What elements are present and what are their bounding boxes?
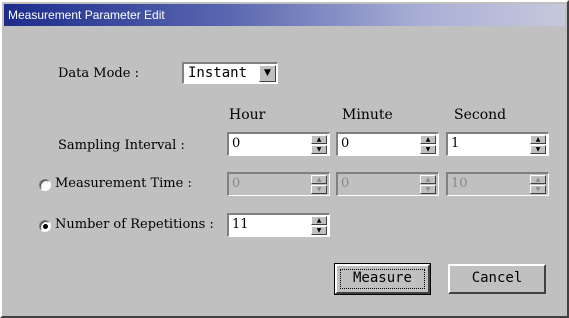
spin-buttons: ▲ ▼	[311, 216, 327, 235]
chevron-down-icon[interactable]: ▼	[259, 65, 276, 82]
measurement-hour-value: 0	[232, 176, 241, 191]
spin-buttons: ▲ ▼	[420, 135, 436, 154]
hour-header: Hour	[229, 107, 266, 123]
measure-button[interactable]: Measure	[334, 263, 431, 295]
spin-up-icon[interactable]: ▲	[420, 135, 436, 144]
measurement-second-spinner[interactable]: 10 ▲ ▼	[446, 172, 549, 196]
radio-selected-dot	[43, 224, 48, 229]
minute-header: Minute	[342, 107, 393, 123]
data-mode-select[interactable]: Instant ▼	[182, 62, 278, 84]
sampling-second-value: 1	[451, 136, 460, 151]
sampling-interval-label: Sampling Interval :	[58, 138, 185, 153]
spin-up-icon[interactable]: ▲	[530, 135, 546, 144]
measurement-minute-value: 0	[341, 176, 350, 191]
spin-buttons: ▲ ▼	[311, 175, 327, 194]
sampling-minute-spinner[interactable]: 0 ▲ ▼	[336, 132, 439, 156]
focus-rect	[340, 269, 425, 289]
measurement-minute-spinner[interactable]: 0 ▲ ▼	[336, 172, 439, 196]
sampling-hour-spinner[interactable]: 0 ▲ ▼	[227, 132, 330, 156]
second-header: Second	[454, 107, 507, 123]
sampling-second-spinner[interactable]: 1 ▲ ▼	[446, 132, 549, 156]
measurement-time-label: Measurement Time :	[55, 176, 192, 191]
spin-down-icon[interactable]: ▼	[311, 226, 327, 235]
spin-buttons: ▲ ▼	[420, 175, 436, 194]
cancel-button[interactable]: Cancel	[448, 264, 546, 294]
spin-up-icon[interactable]: ▲	[530, 175, 546, 184]
spin-down-icon[interactable]: ▼	[311, 185, 327, 194]
repetitions-radio[interactable]	[39, 220, 51, 232]
data-mode-value: Instant	[188, 65, 248, 81]
spin-buttons: ▲ ▼	[530, 135, 546, 154]
repetitions-value: 11	[232, 217, 249, 232]
sampling-hour-value: 0	[232, 136, 241, 151]
spin-up-icon[interactable]: ▲	[420, 175, 436, 184]
dialog-window: Measurement Parameter Edit Data Mode : I…	[0, 0, 569, 318]
spin-down-icon[interactable]: ▼	[420, 185, 436, 194]
measurement-hour-spinner[interactable]: 0 ▲ ▼	[227, 172, 330, 196]
measurement-second-value: 10	[451, 176, 468, 191]
spin-buttons: ▲ ▼	[530, 175, 546, 194]
title-bar: Measurement Parameter Edit	[4, 4, 565, 26]
spin-up-icon[interactable]: ▲	[311, 175, 327, 184]
spin-down-icon[interactable]: ▼	[311, 145, 327, 154]
spin-down-icon[interactable]: ▼	[530, 145, 546, 154]
spin-down-icon[interactable]: ▼	[420, 145, 436, 154]
cancel-button-label: Cancel	[471, 270, 523, 286]
spin-up-icon[interactable]: ▲	[311, 135, 327, 144]
sampling-minute-value: 0	[341, 136, 350, 151]
measurement-time-radio[interactable]	[39, 179, 51, 191]
spin-buttons: ▲ ▼	[311, 135, 327, 154]
spin-up-icon[interactable]: ▲	[311, 216, 327, 225]
repetitions-label: Number of Repetitions :	[55, 217, 214, 232]
data-mode-label: Data Mode :	[58, 66, 139, 81]
repetitions-spinner[interactable]: 11 ▲ ▼	[227, 213, 330, 237]
spin-down-icon[interactable]: ▼	[530, 185, 546, 194]
window-title: Measurement Parameter Edit	[8, 8, 165, 22]
